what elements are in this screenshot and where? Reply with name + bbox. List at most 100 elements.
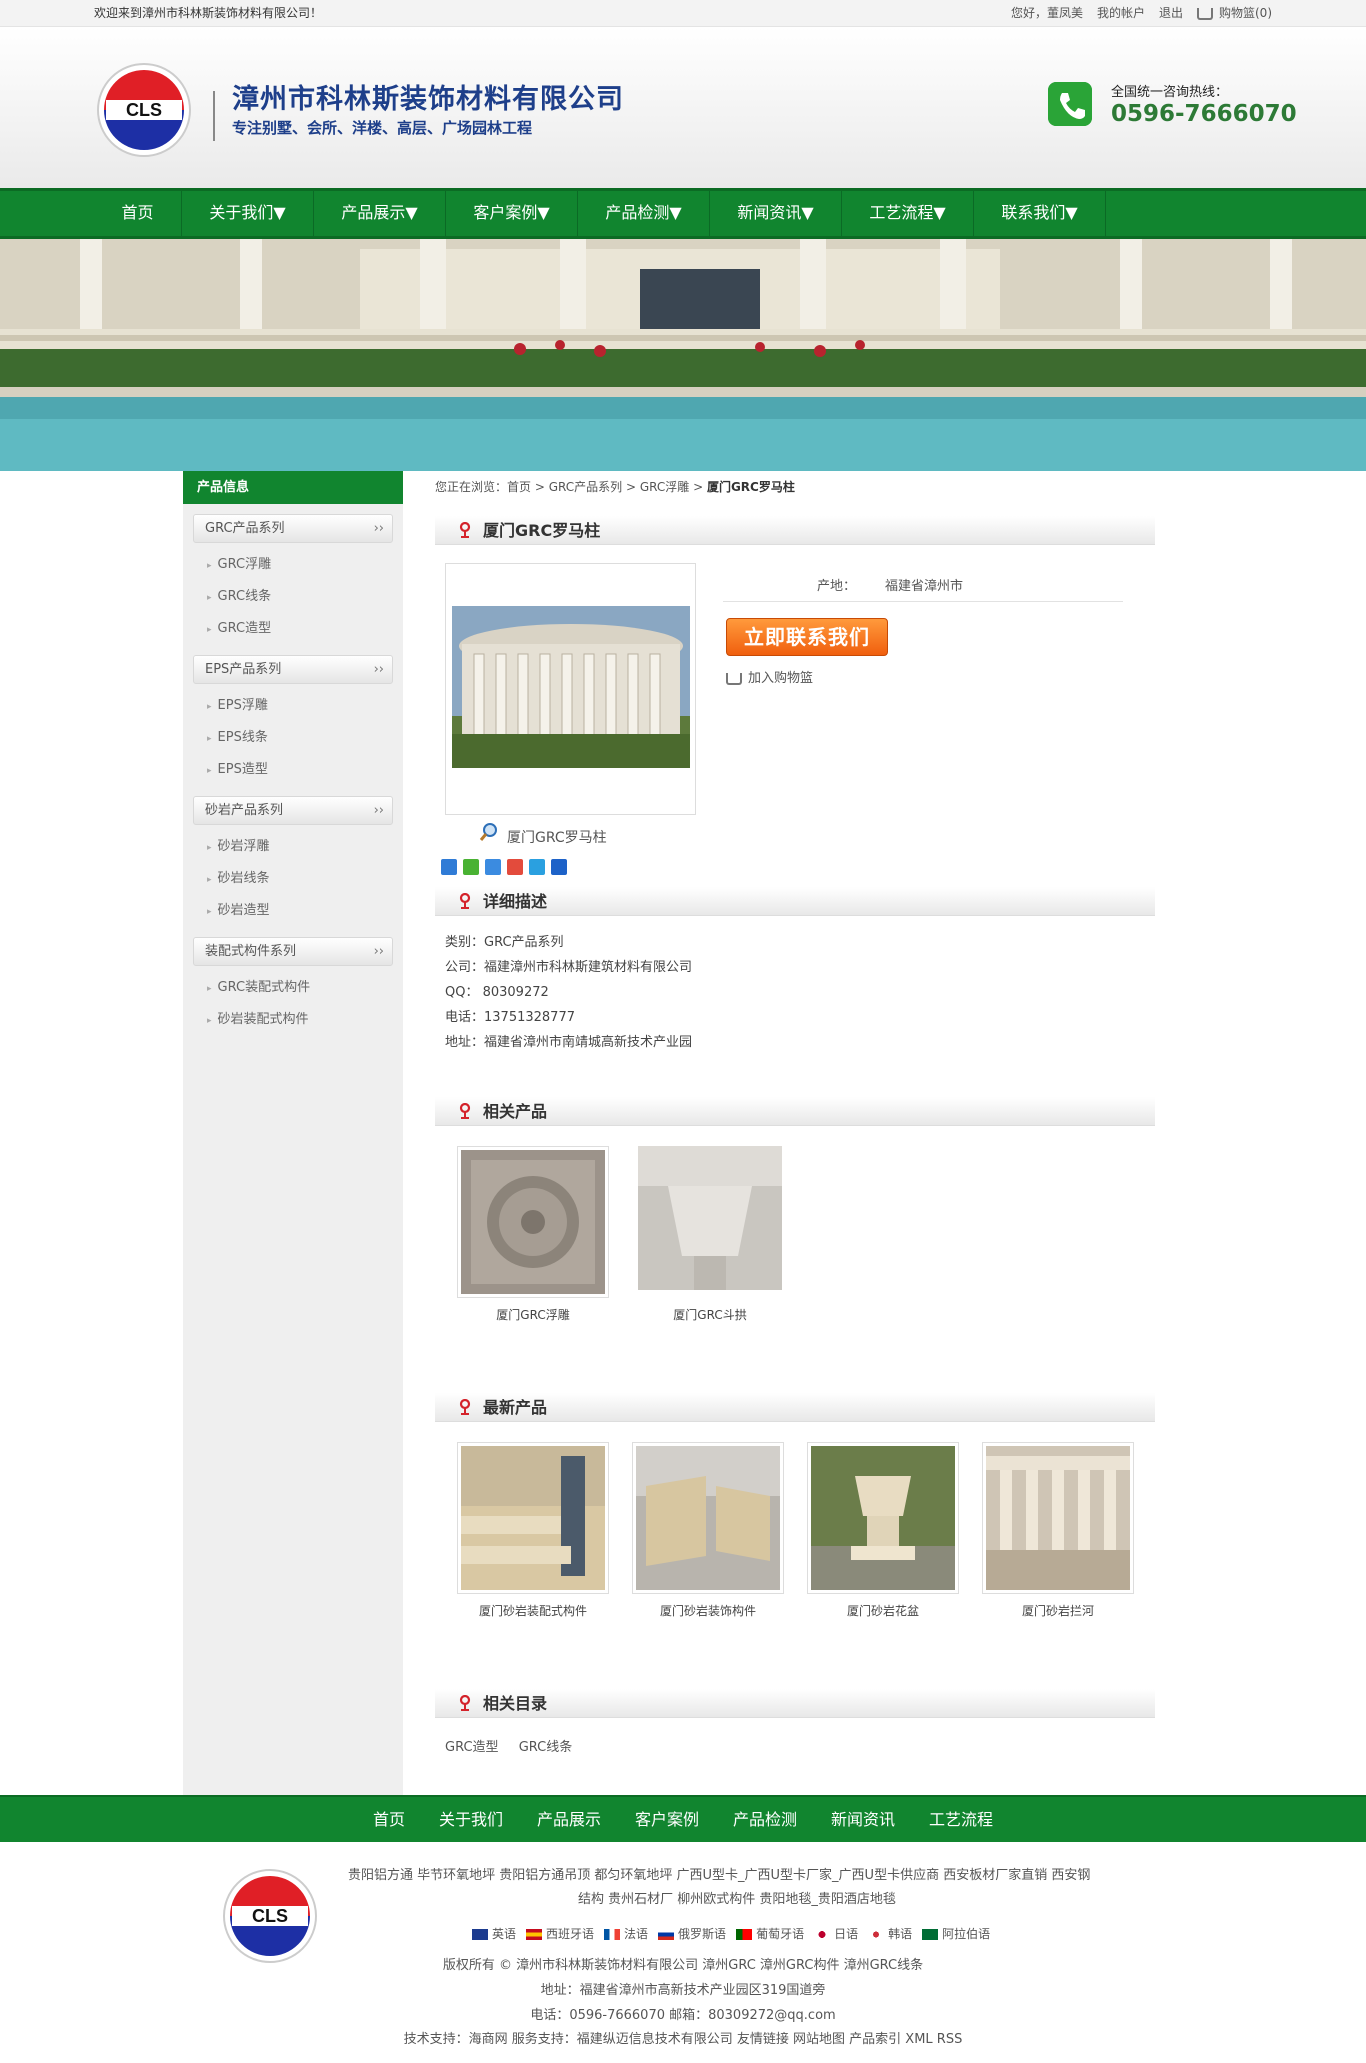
sidebar-item-grc-prefab[interactable]: GRC装配式构件 bbox=[183, 972, 403, 1004]
thumb-image bbox=[461, 1446, 605, 1590]
nav-process[interactable]: 工艺流程▼ bbox=[842, 191, 974, 236]
location-pin-icon bbox=[459, 1695, 471, 1711]
footer-nav-cases[interactable]: 客户案例 bbox=[618, 1797, 716, 1842]
footer-nav-about[interactable]: 关于我们 bbox=[422, 1797, 520, 1842]
sidebar-item-grc-line[interactable]: GRC线条 bbox=[183, 581, 403, 613]
add-to-cart-label: 加入购物篮 bbox=[748, 671, 814, 686]
my-account-link[interactable]: 我的帐户 bbox=[1097, 0, 1145, 27]
sidebar-category-sandstone[interactable]: 砂岩产品系列 ›› bbox=[193, 796, 393, 825]
lang-arabic[interactable]: 阿拉伯语 bbox=[922, 1925, 990, 1942]
thumb-caption: 厦门砂岩花盆 bbox=[846, 1604, 919, 1618]
list-item[interactable]: 厦门GRC浮雕 bbox=[457, 1146, 609, 1323]
sidebar-item-sandstone-relief[interactable]: 砂岩浮雕 bbox=[183, 831, 403, 863]
detail-address: 地址：福建省漳州市南靖城高新技术产业园 bbox=[445, 1035, 693, 1050]
thumb-frame bbox=[457, 1442, 609, 1594]
category-label: 装配式构件系列 bbox=[205, 944, 297, 959]
main-area: 产品信息 GRC产品系列 ›› GRC浮雕 GRC线条 GRC造型 EPS产品系列… bbox=[183, 471, 1183, 1795]
nav-products[interactable]: 产品展示▼ bbox=[314, 191, 446, 236]
lang-label: 阿拉伯语 bbox=[942, 1927, 991, 1941]
catalog-link-grc-shape[interactable]: GRC造型 bbox=[445, 1740, 499, 1755]
share-weibo-icon[interactable] bbox=[507, 859, 523, 875]
share-tencent-icon[interactable] bbox=[529, 859, 545, 875]
list-item[interactable]: 厦门砂岩装配式构件 bbox=[457, 1442, 609, 1619]
sidebar-item-sandstone-shape[interactable]: 砂岩造型 bbox=[183, 895, 403, 927]
location-pin-icon bbox=[459, 1399, 471, 1415]
greeting-text: 您好，董凤美 bbox=[1010, 6, 1083, 20]
breadcrumb-grc-series[interactable]: GRC产品系列 bbox=[549, 480, 622, 494]
breadcrumb-home[interactable]: 首页 bbox=[507, 480, 531, 494]
sidebar-item-sandstone-line[interactable]: 砂岩线条 bbox=[183, 863, 403, 895]
contact-us-button[interactable]: 立即联系我们 bbox=[726, 618, 888, 656]
nav-news[interactable]: 新闻资讯▼ bbox=[710, 191, 842, 236]
nav-testing[interactable]: 产品检测▼ bbox=[578, 191, 710, 236]
sidebar-category-grc[interactable]: GRC产品系列 ›› bbox=[193, 514, 393, 543]
logout-link[interactable]: 退出 bbox=[1159, 0, 1183, 27]
sidebar: 产品信息 GRC产品系列 ›› GRC浮雕 GRC线条 GRC造型 EPS产品系列… bbox=[183, 471, 403, 1795]
company-slogan: 专注别墅、会所、洋楼、高层、广场园林工程 bbox=[232, 119, 533, 137]
lang-korean[interactable]: 韩语 bbox=[868, 1925, 912, 1942]
sidebar-item-eps-relief[interactable]: EPS浮雕 bbox=[183, 690, 403, 722]
lang-russian[interactable]: 俄罗斯语 bbox=[658, 1925, 726, 1942]
nav-about[interactable]: 关于我们▼ bbox=[182, 191, 314, 236]
magnifier-icon bbox=[479, 823, 497, 841]
lang-portuguese[interactable]: 葡萄牙语 bbox=[736, 1925, 804, 1942]
footer-logo: CLS bbox=[223, 1869, 317, 1963]
flag-korea-icon bbox=[868, 1929, 885, 1940]
sidebar-item-eps-line[interactable]: EPS线条 bbox=[183, 722, 403, 754]
footer-nav-process[interactable]: 工艺流程 bbox=[912, 1797, 1010, 1842]
lang-label: 葡萄牙语 bbox=[756, 1927, 805, 1941]
sidebar-item-sandstone-prefab[interactable]: 砂岩装配式构件 bbox=[183, 1004, 403, 1036]
catalog-link-grc-line[interactable]: GRC线条 bbox=[519, 1740, 573, 1755]
sidebar-category-eps[interactable]: EPS产品系列 ›› bbox=[193, 655, 393, 684]
friend-links-line1[interactable]: 贵阳铝方通 毕节环氧地坪 贵阳铝方通吊顶 都匀环氧地坪 广西U型卡_广西U型卡厂… bbox=[348, 1864, 1158, 1888]
lang-french[interactable]: 法语 bbox=[604, 1925, 648, 1942]
sidebar-category-prefab[interactable]: 装配式构件系列 ›› bbox=[193, 937, 393, 966]
product-image-caption[interactable]: 厦门GRC罗马柱 bbox=[479, 823, 607, 847]
footer-nav-news[interactable]: 新闻资讯 bbox=[814, 1797, 912, 1842]
detail-category: 类别：GRC产品系列 bbox=[445, 935, 564, 950]
lang-spanish[interactable]: 西班牙语 bbox=[526, 1925, 594, 1942]
nav-cases[interactable]: 客户案例▼ bbox=[446, 191, 578, 236]
detail-title: 详细描述 bbox=[483, 892, 548, 911]
product-image-frame[interactable] bbox=[445, 563, 696, 815]
friend-links-line2[interactable]: 结构 贵州石材厂 柳州欧式构件 贵阳地毯_贵阳酒店地毯 bbox=[348, 1888, 1158, 1912]
latest-title-bar: 最新产品 bbox=[435, 1393, 1155, 1422]
sidebar-item-eps-shape[interactable]: EPS造型 bbox=[183, 754, 403, 786]
category-label: 砂岩产品系列 bbox=[205, 803, 284, 818]
related-title: 相关产品 bbox=[483, 1102, 548, 1121]
footer-nav-home[interactable]: 首页 bbox=[356, 1797, 422, 1842]
list-item[interactable]: 厦门砂岩装饰构件 bbox=[632, 1442, 784, 1619]
latest-title: 最新产品 bbox=[483, 1398, 548, 1417]
footer-nav-products[interactable]: 产品展示 bbox=[520, 1797, 618, 1842]
breadcrumb-sep: > bbox=[689, 480, 707, 494]
list-item[interactable]: 厦门GRC斗拱 bbox=[634, 1146, 786, 1323]
sidebar-item-grc-relief[interactable]: GRC浮雕 bbox=[183, 549, 403, 581]
thumb-frame bbox=[807, 1442, 959, 1594]
copyright-line: 版权所有 © 漳州市科林斯装饰材料有限公司 漳州GRC 漳州GRC构件 漳州GR… bbox=[442, 1958, 924, 1973]
cart-link[interactable]: 购物篮(0) bbox=[1197, 0, 1272, 27]
phone-icon bbox=[1048, 82, 1092, 126]
list-item[interactable]: 厦门砂岩拦河 bbox=[982, 1442, 1134, 1619]
brand-divider bbox=[213, 91, 215, 141]
nav-home[interactable]: 首页 bbox=[94, 191, 182, 236]
footer-logo-text: CLS bbox=[252, 1906, 288, 1926]
breadcrumb-grc-relief[interactable]: GRC浮雕 bbox=[640, 480, 689, 494]
company-logo[interactable]: CLS bbox=[96, 62, 192, 158]
share-plus-icon[interactable] bbox=[441, 859, 457, 875]
hotline-number: 0596-7666070 bbox=[1111, 101, 1297, 127]
sidebar-item-grc-shape[interactable]: GRC造型 bbox=[183, 613, 403, 645]
share-qzone-icon[interactable] bbox=[485, 859, 501, 875]
thumb-frame bbox=[982, 1442, 1134, 1594]
lang-english[interactable]: 英语 bbox=[472, 1925, 516, 1942]
share-renren-icon[interactable] bbox=[551, 859, 567, 875]
thumb-image bbox=[461, 1150, 605, 1294]
nav-contact[interactable]: 联系我们▼ bbox=[974, 191, 1106, 236]
double-chevron-icon: ›› bbox=[373, 944, 384, 959]
lang-japanese[interactable]: 日语 bbox=[814, 1925, 858, 1942]
add-to-cart-link[interactable]: 加入购物篮 bbox=[726, 667, 813, 686]
main-nav: 首页 关于我们▼ 产品展示▼ 客户案例▼ 产品检测▼ 新闻资讯▼ 工艺流程▼ 联… bbox=[0, 188, 1366, 239]
share-wechat-icon[interactable] bbox=[463, 859, 479, 875]
list-item[interactable]: 厦门砂岩花盆 bbox=[807, 1442, 959, 1619]
support-line[interactable]: 技术支持：海商网 服务支持：福建纵迈信息技术有限公司 友情链接 网站地图 产品索… bbox=[0, 2028, 1366, 2047]
footer-nav-testing[interactable]: 产品检测 bbox=[716, 1797, 814, 1842]
